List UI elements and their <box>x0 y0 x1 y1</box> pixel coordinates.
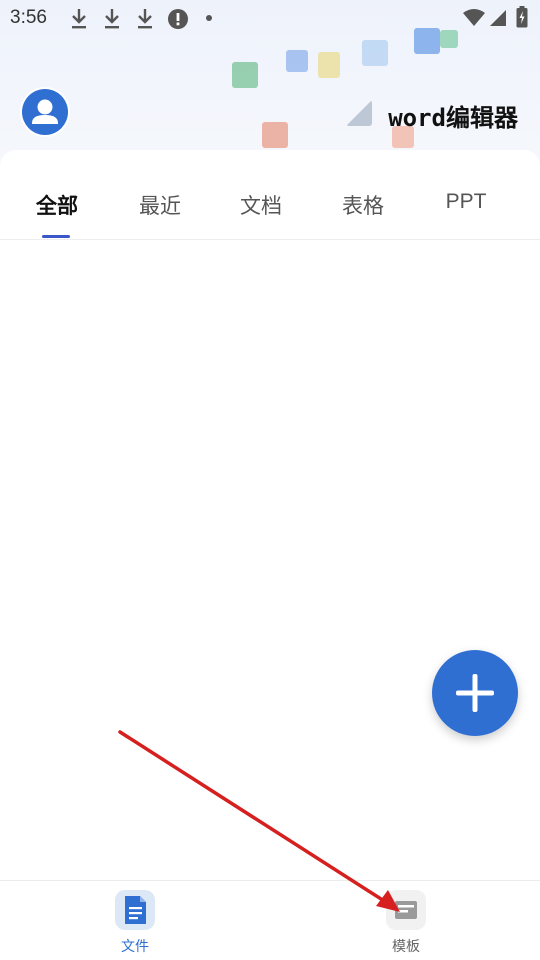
wifi-icon <box>463 9 485 26</box>
word-decor-icon <box>362 40 388 66</box>
tab-ppt[interactable]: PPT <box>446 190 487 214</box>
bottom-navigation: 文件 模板 <box>0 880 540 960</box>
dot-icon <box>206 15 212 21</box>
nav-templates-icon-box <box>386 890 426 930</box>
status-bar: 3:56 <box>0 0 540 38</box>
tab-documents[interactable]: 文档 <box>240 190 282 220</box>
add-file-button[interactable] <box>432 650 518 736</box>
main-card: 全部 最近 文档 表格 PPT <box>0 150 540 880</box>
nav-item-templates[interactable]: 模板 <box>356 881 456 960</box>
tab-all[interactable]: 全部 <box>36 190 78 220</box>
user-avatar-icon <box>32 99 58 124</box>
nav-files-label: 文件 <box>121 939 149 955</box>
download-icon <box>72 9 86 29</box>
app-title: word编辑器 <box>388 104 518 132</box>
nav-templates-label: 模板 <box>392 939 420 955</box>
file-type-tabs: 全部 最近 文档 表格 PPT <box>0 190 540 240</box>
signal-icon <box>490 10 506 26</box>
tabs-divider <box>0 239 540 240</box>
file-decor-icon <box>318 52 340 78</box>
ppt-decor-icon <box>262 122 288 148</box>
battery-charging-icon <box>516 6 528 28</box>
nav-files-icon-box <box>115 890 155 930</box>
tab-recent[interactable]: 最近 <box>139 190 181 220</box>
download-icon <box>105 9 119 29</box>
triangle-decor-icon <box>346 100 372 126</box>
tab-spreadsheets[interactable]: 表格 <box>342 190 384 220</box>
status-time: 3:56 <box>10 7 47 28</box>
alert-icon <box>168 9 188 29</box>
user-avatar-button[interactable] <box>22 89 68 135</box>
template-icon <box>395 901 417 919</box>
excel-decor-icon <box>232 62 258 88</box>
word-decor-icon <box>286 50 308 72</box>
document-icon <box>125 896 146 924</box>
plus-icon <box>456 674 494 712</box>
download-icon <box>138 9 152 29</box>
active-tab-indicator <box>42 235 70 238</box>
nav-item-files[interactable]: 文件 <box>85 881 185 960</box>
